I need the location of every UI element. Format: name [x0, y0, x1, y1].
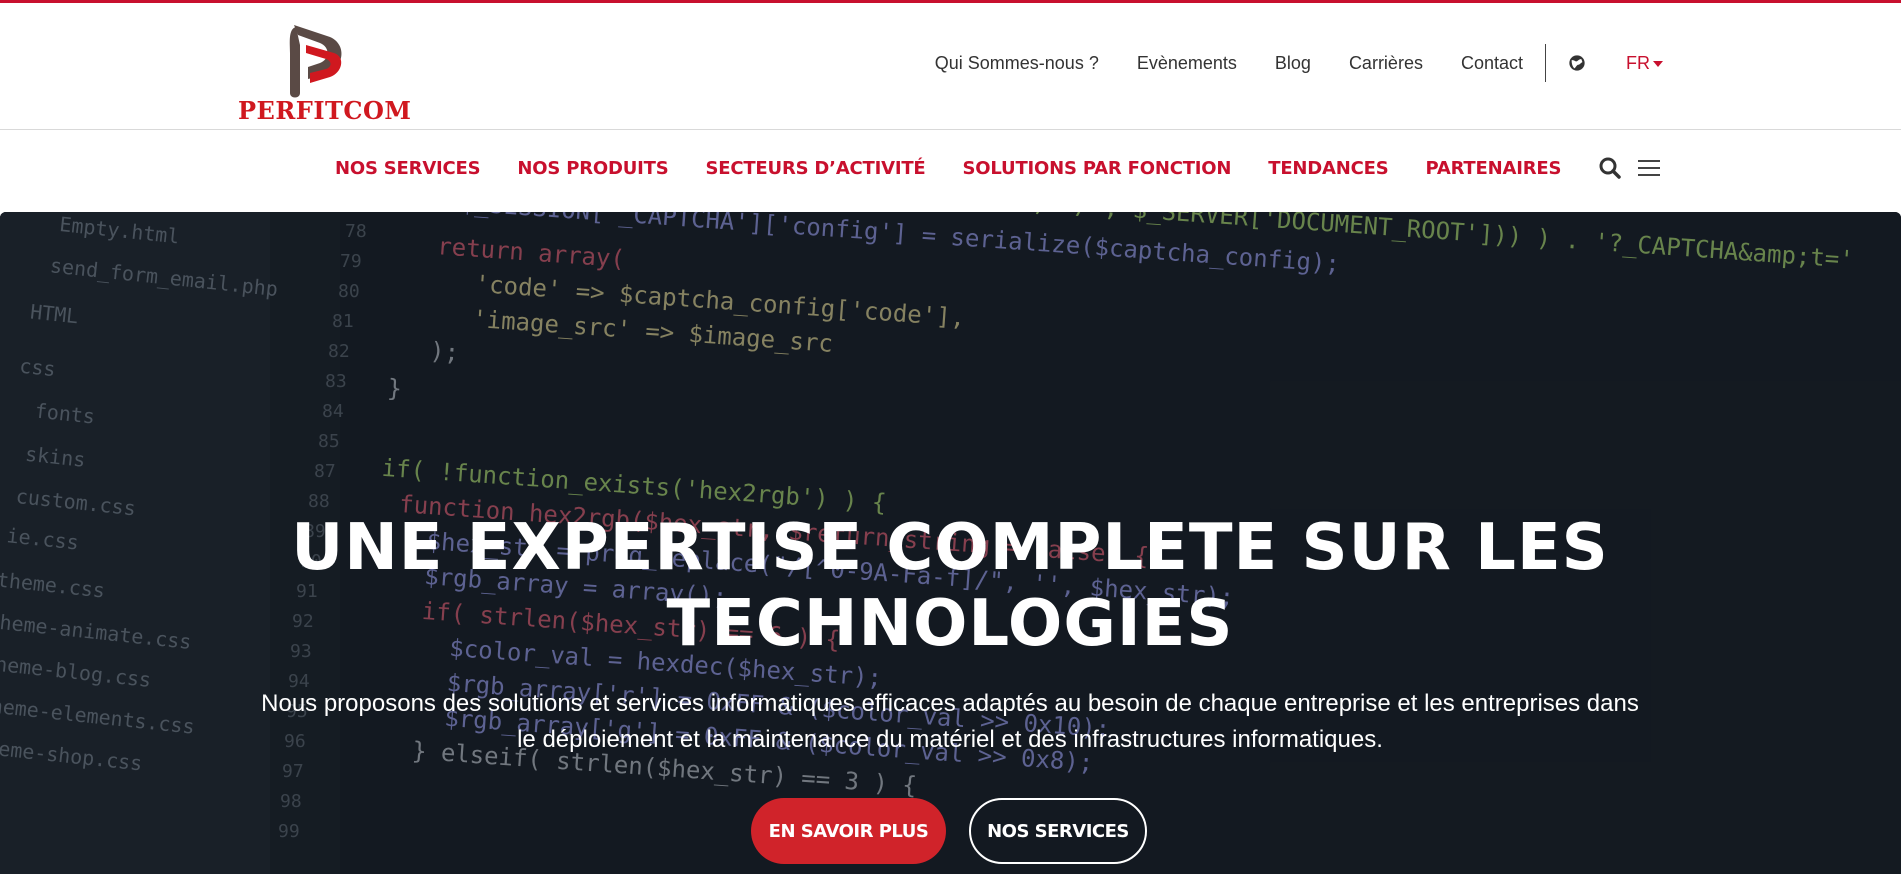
topnav-item-contact[interactable]: Contact	[1461, 53, 1523, 74]
hero-title: UNE EXPERTISE COMPLETE SUR LES TECHNOLOG…	[291, 511, 1609, 661]
brand-logo[interactable]: PERFITCOM	[238, 23, 416, 125]
mainnav-item-nos-produits[interactable]: NOS PRODUITS	[517, 158, 668, 179]
header-top: PERFITCOM Qui Sommes-nous ? Evènements B…	[0, 3, 1901, 130]
topnav-divider	[1545, 44, 1546, 82]
mainnav-item-solutions-par-fonction[interactable]: SOLUTIONS PAR FONCTION	[963, 158, 1232, 179]
hamburger-menu-icon[interactable]	[1636, 157, 1662, 179]
main-navigation: NOS SERVICES NOS PRODUITS SECTEURS D’ACT…	[0, 130, 1901, 212]
top-navigation: Qui Sommes-nous ? Evènements Blog Carriè…	[897, 44, 1663, 82]
globe-icon[interactable]	[1568, 54, 1586, 72]
topnav-item-blog[interactable]: Blog	[1275, 53, 1311, 74]
caret-down-icon	[1653, 61, 1663, 67]
topnav-item-evenements[interactable]: Evènements	[1137, 53, 1237, 74]
mainnav-item-partenaires[interactable]: PARTENAIRES	[1426, 158, 1562, 179]
topnav-item-qui-sommes-nous[interactable]: Qui Sommes-nous ?	[935, 53, 1099, 74]
language-selector[interactable]: FR	[1626, 53, 1663, 74]
mainnav-item-secteurs-activite[interactable]: SECTEURS D’ACTIVITÉ	[705, 158, 925, 179]
logo-mark-icon	[289, 25, 342, 98]
nav-icon-group	[1598, 156, 1662, 180]
search-icon[interactable]	[1598, 156, 1622, 180]
mainnav-item-tendances[interactable]: TENDANCES	[1268, 158, 1388, 179]
topnav-item-carrieres[interactable]: Carrières	[1349, 53, 1423, 74]
en-savoir-plus-button[interactable]: EN SAVOIR PLUS	[751, 798, 946, 864]
hero-subtitle: Nous proposons des solutions et services…	[261, 690, 1639, 753]
mainnav-item-nos-services[interactable]: NOS SERVICES	[335, 158, 481, 179]
brand-name: PERFITCOM	[238, 96, 412, 125]
language-label: FR	[1626, 52, 1650, 73]
nos-services-button[interactable]: NOS SERVICES	[969, 798, 1147, 864]
hero-banner: Empty.html send_form_email.php HTML css …	[0, 212, 1901, 874]
